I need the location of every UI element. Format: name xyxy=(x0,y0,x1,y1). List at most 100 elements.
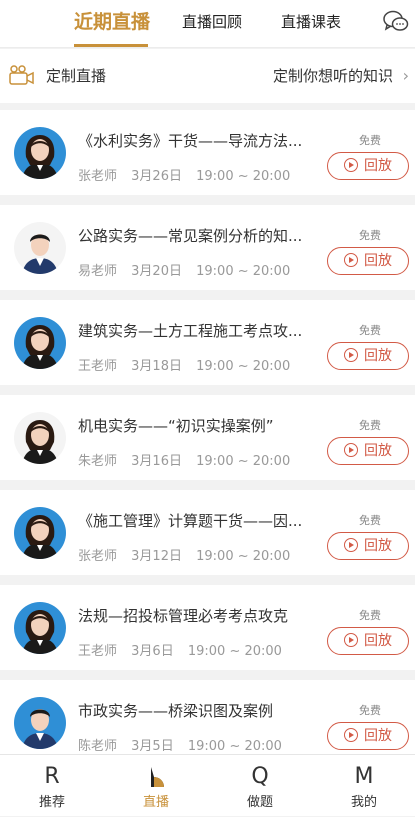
tab-live-review[interactable]: 直播回顾 xyxy=(182,0,242,48)
lesson-title: 机电实务——“初识实操案例” xyxy=(78,417,274,435)
lesson-card[interactable]: 法规—招投标管理必考考点攻克 王老师 3月6日 19:00 ~ 20:00 免费… xyxy=(0,585,415,670)
replay-button[interactable]: 回放 xyxy=(327,342,409,370)
replay-label: 回放 xyxy=(364,348,392,364)
lesson-card[interactable]: 建筑实务—土方工程施工考点攻... 王老师 3月18日 19:00 ~ 20:0… xyxy=(0,300,415,385)
play-circle-icon xyxy=(344,158,358,172)
lesson-title: 公路实务——常见案例分析的知... xyxy=(78,227,303,245)
tab-recent-live[interactable]: 近期直播 xyxy=(74,0,150,48)
lesson-title: 《水利实务》干货——导流方法... xyxy=(78,132,303,150)
live-icon xyxy=(151,767,164,787)
price-badge: 免费 xyxy=(359,419,381,432)
replay-button[interactable]: 回放 xyxy=(327,247,409,275)
profile-icon: M xyxy=(354,764,374,789)
chat-bubbles-icon[interactable] xyxy=(383,10,409,34)
bottom-nav: R 推荐 直播 Q 做题 M 我的 xyxy=(0,754,415,816)
replay-label: 回放 xyxy=(364,728,392,744)
teacher-avatar xyxy=(14,697,66,749)
nav-exercise-label: 做题 xyxy=(246,795,273,810)
nav-mine[interactable]: M 我的 xyxy=(312,755,415,817)
play-circle-icon xyxy=(344,348,358,362)
nav-mine-label: 我的 xyxy=(350,795,377,810)
lesson-meta: 王老师 3月6日 19:00 ~ 20:00 xyxy=(78,640,292,659)
lesson-time: 19:00 ~ 20:00 xyxy=(196,264,291,279)
lesson-meta: 朱老师 3月16日 19:00 ~ 20:00 xyxy=(78,450,300,469)
play-circle-icon xyxy=(344,633,358,647)
teacher-avatar xyxy=(14,412,66,464)
lesson-date: 3月26日 xyxy=(131,169,182,184)
price-badge: 免费 xyxy=(359,514,381,527)
lesson-time: 19:00 ~ 20:00 xyxy=(187,739,282,754)
lesson-time: 19:00 ~ 20:00 xyxy=(196,359,291,374)
nav-live[interactable]: 直播 xyxy=(104,755,208,817)
lesson-meta: 王老师 3月18日 19:00 ~ 20:00 xyxy=(78,355,300,374)
teacher-name: 王老师 xyxy=(78,644,118,659)
lesson-title: 建筑实务—土方工程施工考点攻... xyxy=(78,322,303,340)
active-tab-indicator xyxy=(74,44,148,47)
teacher-avatar xyxy=(14,602,66,654)
lesson-date: 3月20日 xyxy=(131,264,182,279)
teacher-name: 张老师 xyxy=(78,549,118,564)
nav-recommend[interactable]: R 推荐 xyxy=(0,755,104,817)
price-badge: 免费 xyxy=(359,609,381,622)
teacher-avatar xyxy=(14,317,66,369)
price-badge: 免费 xyxy=(359,134,381,147)
lesson-date: 3月6日 xyxy=(131,644,174,659)
lesson-meta: 张老师 3月12日 19:00 ~ 20:00 xyxy=(78,545,300,564)
lesson-title: 法规—招投标管理必考考点攻克 xyxy=(78,607,289,625)
teacher-name: 张老师 xyxy=(78,169,118,184)
teacher-avatar xyxy=(14,222,66,274)
recommend-icon: R xyxy=(44,764,60,789)
lesson-card[interactable]: 市政实务——桥梁识图及案例 陈老师 3月5日 19:00 ~ 20:00 免费 … xyxy=(0,680,415,765)
custom-live-hint: 定制你想听的知识 xyxy=(272,67,393,85)
teacher-name: 易老师 xyxy=(78,264,118,279)
lesson-time: 19:00 ~ 20:00 xyxy=(196,169,291,184)
replay-button[interactable]: 回放 xyxy=(327,532,409,560)
replay-button[interactable]: 回放 xyxy=(327,627,409,655)
replay-label: 回放 xyxy=(364,538,392,554)
price-badge: 免费 xyxy=(359,229,381,242)
replay-button[interactable]: 回放 xyxy=(327,152,409,180)
replay-label: 回放 xyxy=(364,253,392,269)
price-badge: 免费 xyxy=(359,324,381,337)
teacher-avatar xyxy=(14,127,66,179)
lesson-card[interactable]: 机电实务——“初识实操案例” 朱老师 3月16日 19:00 ~ 20:00 免… xyxy=(0,395,415,480)
nav-recommend-label: 推荐 xyxy=(38,795,65,810)
custom-live-bar[interactable]: 定制直播 定制你想听的知识 › xyxy=(0,49,415,103)
lesson-title: 《施工管理》计算题干货——因... xyxy=(78,512,303,530)
replay-button[interactable]: 回放 xyxy=(327,722,409,750)
nav-exercise[interactable]: Q 做题 xyxy=(208,755,312,817)
teacher-name: 朱老师 xyxy=(78,454,118,469)
tab-live-schedule[interactable]: 直播课表 xyxy=(281,0,341,48)
lesson-card[interactable]: 《施工管理》计算题干货——因... 张老师 3月12日 19:00 ~ 20:0… xyxy=(0,490,415,575)
lesson-card[interactable]: 公路实务——常见案例分析的知... 易老师 3月20日 19:00 ~ 20:0… xyxy=(0,205,415,290)
teacher-avatar xyxy=(14,507,66,559)
play-circle-icon xyxy=(344,728,358,742)
lesson-date: 3月5日 xyxy=(131,739,174,754)
lesson-meta: 陈老师 3月5日 19:00 ~ 20:00 xyxy=(78,735,292,754)
video-camera-icon xyxy=(9,65,34,85)
nav-live-label: 直播 xyxy=(142,795,169,810)
chevron-right-icon: › xyxy=(402,66,409,85)
lesson-card[interactable]: 《水利实务》干货——导流方法... 张老师 3月26日 19:00 ~ 20:0… xyxy=(0,110,415,195)
top-tab-bar: 近期直播 直播回顾 直播课表 xyxy=(0,0,415,48)
price-badge: 免费 xyxy=(359,704,381,717)
exercise-icon: Q xyxy=(251,764,269,789)
play-circle-icon xyxy=(344,443,358,457)
replay-button[interactable]: 回放 xyxy=(327,437,409,465)
replay-label: 回放 xyxy=(364,158,392,174)
lesson-date: 3月12日 xyxy=(131,549,182,564)
play-circle-icon xyxy=(344,253,358,267)
lesson-date: 3月16日 xyxy=(131,454,182,469)
lesson-time: 19:00 ~ 20:00 xyxy=(196,549,291,564)
lesson-date: 3月18日 xyxy=(131,359,182,374)
lesson-title: 市政实务——桥梁识图及案例 xyxy=(78,702,274,720)
custom-live-label: 定制直播 xyxy=(46,67,107,85)
lesson-time: 19:00 ~ 20:00 xyxy=(196,454,291,469)
replay-label: 回放 xyxy=(364,443,392,459)
teacher-name: 王老师 xyxy=(78,359,118,374)
lesson-meta: 张老师 3月26日 19:00 ~ 20:00 xyxy=(78,165,300,184)
play-circle-icon xyxy=(344,538,358,552)
teacher-name: 陈老师 xyxy=(78,739,118,754)
replay-label: 回放 xyxy=(364,633,392,649)
lesson-time: 19:00 ~ 20:00 xyxy=(187,644,282,659)
